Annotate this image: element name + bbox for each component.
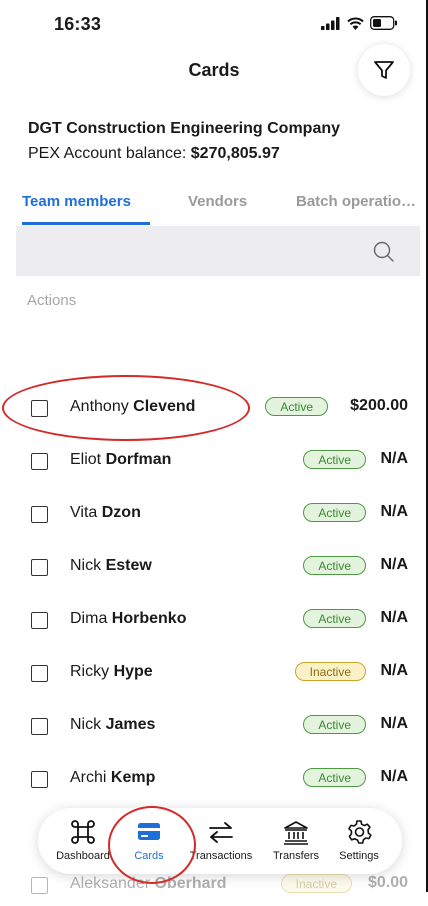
last-name: Dorfman [105,451,172,468]
list-item[interactable]: Dima Horbenko Active N/A [0,601,428,641]
command-icon [71,820,95,844]
status-badge: Active [303,715,366,734]
tab-batch-operations[interactable]: Batch operatio… [296,193,416,210]
gear-icon [348,820,372,844]
status-bar: 16:33 [0,0,428,50]
status-badge: Active [303,503,366,522]
row-checkbox[interactable] [31,665,48,682]
list-item[interactable]: Ricky Hype Inactive N/A [0,654,428,694]
row-checkbox[interactable] [31,400,48,417]
status-badge: Active [303,450,366,469]
status-time: 16:33 [54,14,102,34]
tab-bar: Team members Vendors Batch operatio… [16,185,420,225]
member-name: Aleksander Oberhard [70,875,227,893]
wifi-icon [347,17,364,30]
bank-icon [284,821,308,845]
last-name: James [105,716,156,733]
member-name: Eliot Dorfman [70,451,171,469]
signal-icon [321,16,340,30]
first-name: Eliot [70,451,102,468]
nav-label: Settings [339,850,379,862]
list-item[interactable]: Nick Estew Active N/A [0,548,428,588]
member-name: Nick James [70,716,155,734]
member-name: Archi Kemp [70,769,155,787]
row-checkbox[interactable] [31,771,48,788]
balance-label: PEX Account balance: [28,145,187,162]
row-checkbox[interactable] [31,506,48,523]
list-item[interactable]: Archi Kemp Active N/A [0,760,428,800]
filter-icon [374,61,394,79]
nav-label: Cards [134,850,164,862]
first-name: Dima [70,610,108,627]
actions-label: Actions [27,292,77,309]
card-amount: N/A [380,768,408,785]
bottom-navigation: Dashboard Cards Transactions Transfers S… [38,808,402,874]
first-name: Ricky [70,663,110,680]
list-item[interactable]: Nick James Active N/A [0,707,428,747]
company-name: DGT Construction Engineering Company [28,120,341,137]
nav-dashboard[interactable]: Dashboard [52,818,114,862]
card-amount: N/A [380,556,408,573]
row-checkbox[interactable] [31,877,48,894]
balance-value: $270,805.97 [190,145,280,162]
first-name: Archi [70,769,107,786]
card-amount: $0.00 [367,874,408,891]
filter-button[interactable] [358,44,410,96]
row-checkbox[interactable] [31,453,48,470]
last-name: Kemp [110,769,156,786]
nav-cards[interactable]: Cards [122,818,176,862]
status-icons [321,16,398,30]
card-amount: N/A [380,715,408,732]
member-name: Ricky Hype [70,663,153,681]
status-badge: Active [303,556,366,575]
tab-vendors[interactable]: Vendors [188,193,247,210]
last-name: Dzon [101,504,141,521]
list-item[interactable]: Vita Dzon Active N/A [0,495,428,535]
status-badge: Active [303,609,366,628]
card-amount: N/A [380,662,408,679]
first-name: Nick [70,557,102,574]
status-badge: Inactive [280,874,352,893]
nav-transactions[interactable]: Transactions [184,818,258,862]
search-icon[interactable] [372,240,396,264]
nav-label: Dashboard [56,850,110,862]
card-icon [138,823,160,840]
member-name: Vita Dzon [70,504,141,522]
first-name: Nick [70,716,102,733]
transfer-arrows-icon [209,822,233,843]
member-name: Dima Horbenko [70,610,186,628]
last-name: Oberhard [154,875,227,892]
status-badge: Active [303,768,366,787]
card-amount: N/A [380,450,408,467]
row-checkbox[interactable] [31,718,48,735]
member-name: Nick Estew [70,557,152,575]
first-name: Aleksander [70,875,151,892]
row-checkbox[interactable] [31,612,48,629]
search-input[interactable] [16,226,420,276]
last-name: Clevend [133,398,196,415]
card-amount: N/A [380,503,408,520]
status-badge: Inactive [294,662,366,681]
card-amount: N/A [380,609,408,626]
nav-label: Transfers [272,850,320,862]
nav-settings[interactable]: Settings [332,818,386,862]
card-amount: $200.00 [350,397,408,414]
status-badge: Active [265,397,328,416]
tab-team-members[interactable]: Team members [22,193,131,210]
nav-label: Transactions [189,850,253,862]
first-name: Anthony [70,398,129,415]
last-name: Estew [105,557,152,574]
last-name: Horbenko [111,610,187,627]
first-name: Vita [70,504,98,521]
list-item[interactable]: Anthony Clevend Active $200.00 [0,389,428,429]
member-name: Anthony Clevend [70,398,195,416]
last-name: Hype [113,663,153,680]
account-balance: PEX Account balance: $270,805.97 [28,145,280,163]
row-checkbox[interactable] [31,559,48,576]
active-tab-indicator [22,222,150,225]
list-item[interactable]: Eliot Dorfman Active N/A [0,442,428,482]
battery-icon [370,16,397,30]
nav-transfers[interactable]: Transfers [264,818,328,862]
